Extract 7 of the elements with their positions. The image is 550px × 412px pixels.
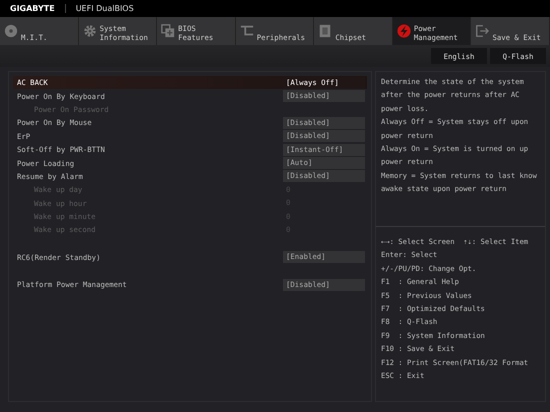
disc-icon [4,24,18,38]
exit-icon [475,24,490,38]
brand-logo: GIGABYTE [10,4,66,13]
bios-title: UEFI DualBIOS [76,4,134,13]
connector-icon [240,24,254,38]
gear-icon [82,24,97,38]
power-icon [396,24,411,38]
